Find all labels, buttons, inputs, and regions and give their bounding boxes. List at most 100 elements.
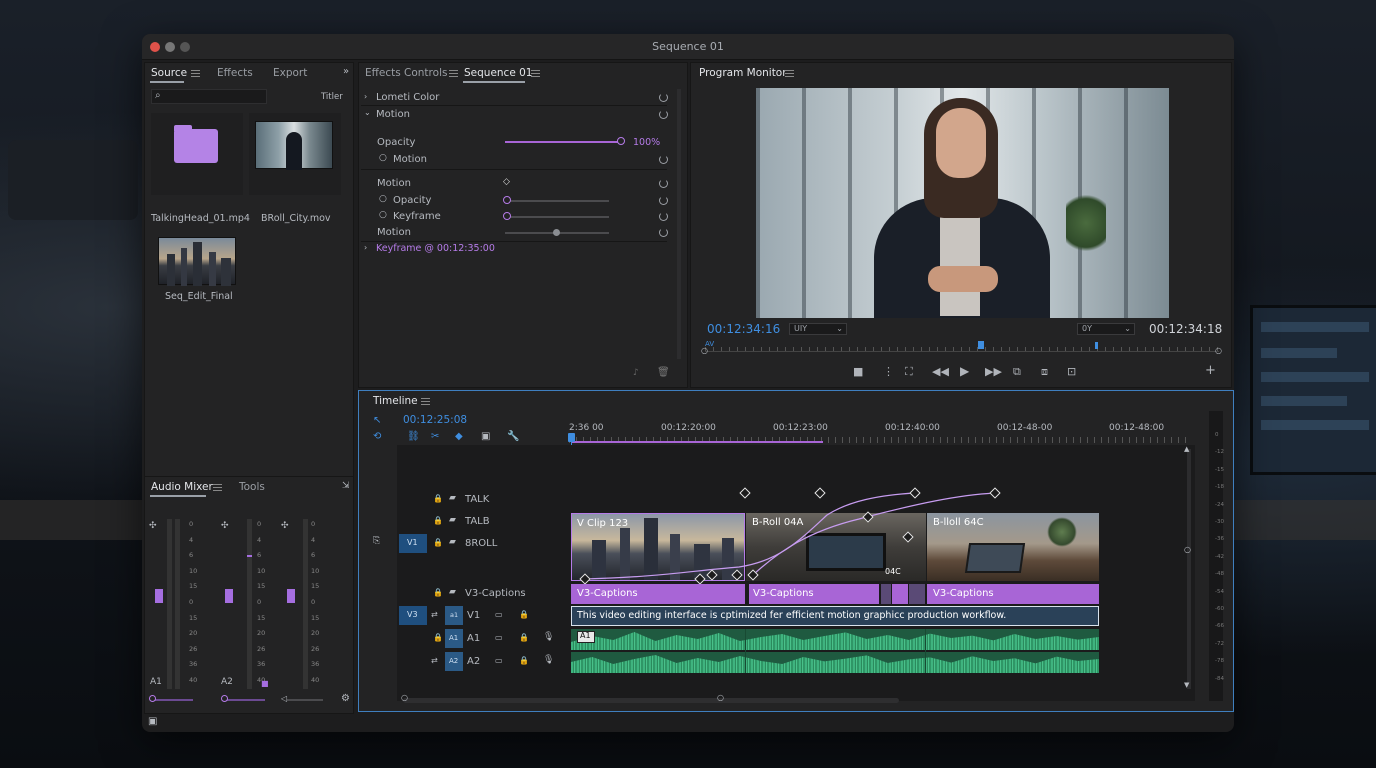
source-patch[interactable]: a1	[445, 606, 463, 625]
tab-effects[interactable]: Effects	[217, 67, 253, 79]
sync-icon[interactable]: ⇄	[431, 610, 438, 619]
zoom-select[interactable]: UIY ⌄	[789, 323, 847, 335]
opacity-sub-slider[interactable]	[505, 200, 609, 202]
marker-button[interactable]: ⋮	[883, 365, 894, 378]
caption-clip-1[interactable]: V3-Captions	[571, 584, 745, 604]
reset-icon[interactable]	[659, 228, 668, 237]
caption-gap[interactable]	[881, 584, 891, 604]
opacity-sub-knob[interactable]	[503, 196, 511, 204]
chevron-right-icon[interactable]: ›	[364, 92, 367, 101]
reset-icon[interactable]	[659, 110, 668, 119]
in-point-marker[interactable]	[978, 341, 984, 349]
panel-overflow-icon[interactable]: »	[343, 66, 349, 77]
opacity-slider[interactable]	[505, 141, 621, 143]
stopwatch-icon[interactable]: ○	[379, 153, 387, 163]
pan-knob[interactable]	[221, 695, 228, 702]
scroll-handle[interactable]: ○	[1184, 545, 1191, 554]
opacity-value[interactable]: 100%	[633, 137, 660, 148]
chevron-right-icon[interactable]: ›	[364, 243, 367, 252]
bin-item-talkinghead[interactable]	[151, 113, 243, 195]
reset-icon[interactable]	[659, 93, 668, 102]
effect-motion[interactable]: Motion	[376, 109, 410, 120]
out-point-marker[interactable]	[1095, 342, 1098, 349]
caption-clip-short[interactable]	[892, 584, 908, 604]
chevron-down-icon[interactable]: ⌄	[364, 108, 371, 117]
caption-gap[interactable]	[909, 584, 925, 604]
timecode-current[interactable]: 00:12:34:16	[707, 322, 780, 336]
source-patch[interactable]: A2	[445, 652, 463, 671]
pan-icon[interactable]: ✣	[281, 521, 289, 531]
city-thumb[interactable]	[158, 237, 236, 286]
panel-menu-icon[interactable]	[191, 70, 200, 77]
panel-menu-icon[interactable]	[785, 70, 794, 77]
keyframe-diamond-icon[interactable]: ◇	[503, 177, 510, 187]
export-frame-button[interactable]: ⊡	[1067, 365, 1076, 378]
horizontal-scrollbar[interactable]	[403, 698, 899, 703]
scrub-start-handle[interactable]: ○	[701, 346, 708, 355]
vertical-scrollbar[interactable]	[1187, 449, 1191, 689]
add-button[interactable]: +	[1205, 363, 1216, 378]
motion-knob[interactable]	[553, 229, 560, 236]
filter-label[interactable]: Titler	[321, 92, 343, 102]
step-back-button[interactable]: ◀◀	[932, 365, 949, 378]
audio-clip-a2[interactable]	[571, 652, 1099, 673]
mute-icon[interactable]: ■	[261, 679, 269, 688]
step-forward-button[interactable]: ▶▶	[985, 365, 1002, 378]
play-button[interactable]: ▶	[960, 364, 969, 378]
tab-tools[interactable]: Tools	[239, 481, 265, 493]
lock-icon[interactable]: 🔒	[519, 633, 529, 642]
keyframe-link[interactable]: Keyframe @ 00:12:35:00	[376, 243, 495, 254]
toggle-output-icon[interactable]: ▭	[495, 633, 503, 642]
scroll-up-icon[interactable]: ▲	[1184, 445, 1189, 453]
reset-icon[interactable]	[659, 179, 668, 188]
tab-source[interactable]: Source	[151, 67, 187, 79]
panel-menu-icon[interactable]	[213, 484, 222, 491]
status-icon[interactable]: ▣	[148, 716, 157, 727]
scroll-down-icon[interactable]: ▼	[1184, 681, 1189, 689]
lock-icon[interactable]: 🔒	[433, 633, 443, 642]
quality-select[interactable]: 0Y ⌄	[1077, 323, 1135, 335]
toggle-output-icon[interactable]: ▭	[495, 656, 503, 665]
text-clip[interactable]: This video editing interface is cptimize…	[571, 606, 1099, 626]
effect-lumetri[interactable]: Lometi Color	[376, 92, 439, 103]
zoom-handle-left[interactable]: ○	[401, 693, 408, 702]
tab-audio-mixer[interactable]: Audio Mixer	[151, 481, 213, 493]
toggle-output-icon[interactable]: ▭	[495, 610, 503, 619]
zoom-handle-right[interactable]: ○	[717, 693, 724, 702]
wrench-icon[interactable]: ♪	[633, 368, 639, 378]
mixer-expand-icon[interactable]: ⇲	[342, 481, 350, 491]
lock-icon[interactable]: 🔒	[519, 656, 529, 665]
search-input[interactable]	[151, 89, 267, 104]
reset-icon[interactable]	[659, 196, 668, 205]
clip-edge[interactable]	[925, 629, 926, 673]
mic-icon[interactable]: 🎙	[543, 655, 554, 665]
fader-a2[interactable]	[225, 589, 233, 603]
keyframe-sub-slider[interactable]	[505, 216, 609, 218]
pan-slider-a2[interactable]	[225, 699, 265, 701]
trash-icon[interactable]: 🗑	[657, 367, 670, 378]
speaker-icon[interactable]: ◁	[281, 694, 287, 703]
trim-button[interactable]: ⛶	[905, 365, 913, 379]
monitor-scrubber[interactable]	[705, 351, 1219, 352]
reset-icon[interactable]	[659, 155, 668, 164]
panel-menu-icon[interactable]	[449, 70, 458, 77]
mic-icon[interactable]: 🎙	[543, 632, 554, 642]
settings-icon[interactable]: ⚙	[341, 693, 350, 704]
sync-icon[interactable]: ⇄	[431, 656, 438, 665]
tab-effect-controls[interactable]: Effects Controls	[365, 67, 447, 79]
lift-button[interactable]: ⧉	[1013, 365, 1021, 379]
keyframe-sub-knob[interactable]	[503, 212, 511, 220]
pan-slider-a3[interactable]	[287, 699, 323, 701]
pan-icon[interactable]: ✣	[221, 521, 229, 531]
extract-button[interactable]: ⧈	[1041, 365, 1048, 379]
pan-icon[interactable]: ✣	[149, 521, 157, 531]
caption-clip-3[interactable]: V3-Captions	[927, 584, 1099, 604]
opacity-knob[interactable]	[617, 137, 625, 145]
stop-button[interactable]: ■	[853, 365, 863, 378]
video-frame[interactable]	[756, 88, 1169, 318]
scrub-end-handle[interactable]: ○	[1215, 346, 1222, 355]
source-patch[interactable]: A1	[445, 629, 463, 648]
pan-slider-a1[interactable]	[153, 699, 193, 701]
reset-icon[interactable]	[659, 212, 668, 221]
keyframe-curve[interactable]	[359, 391, 1234, 591]
